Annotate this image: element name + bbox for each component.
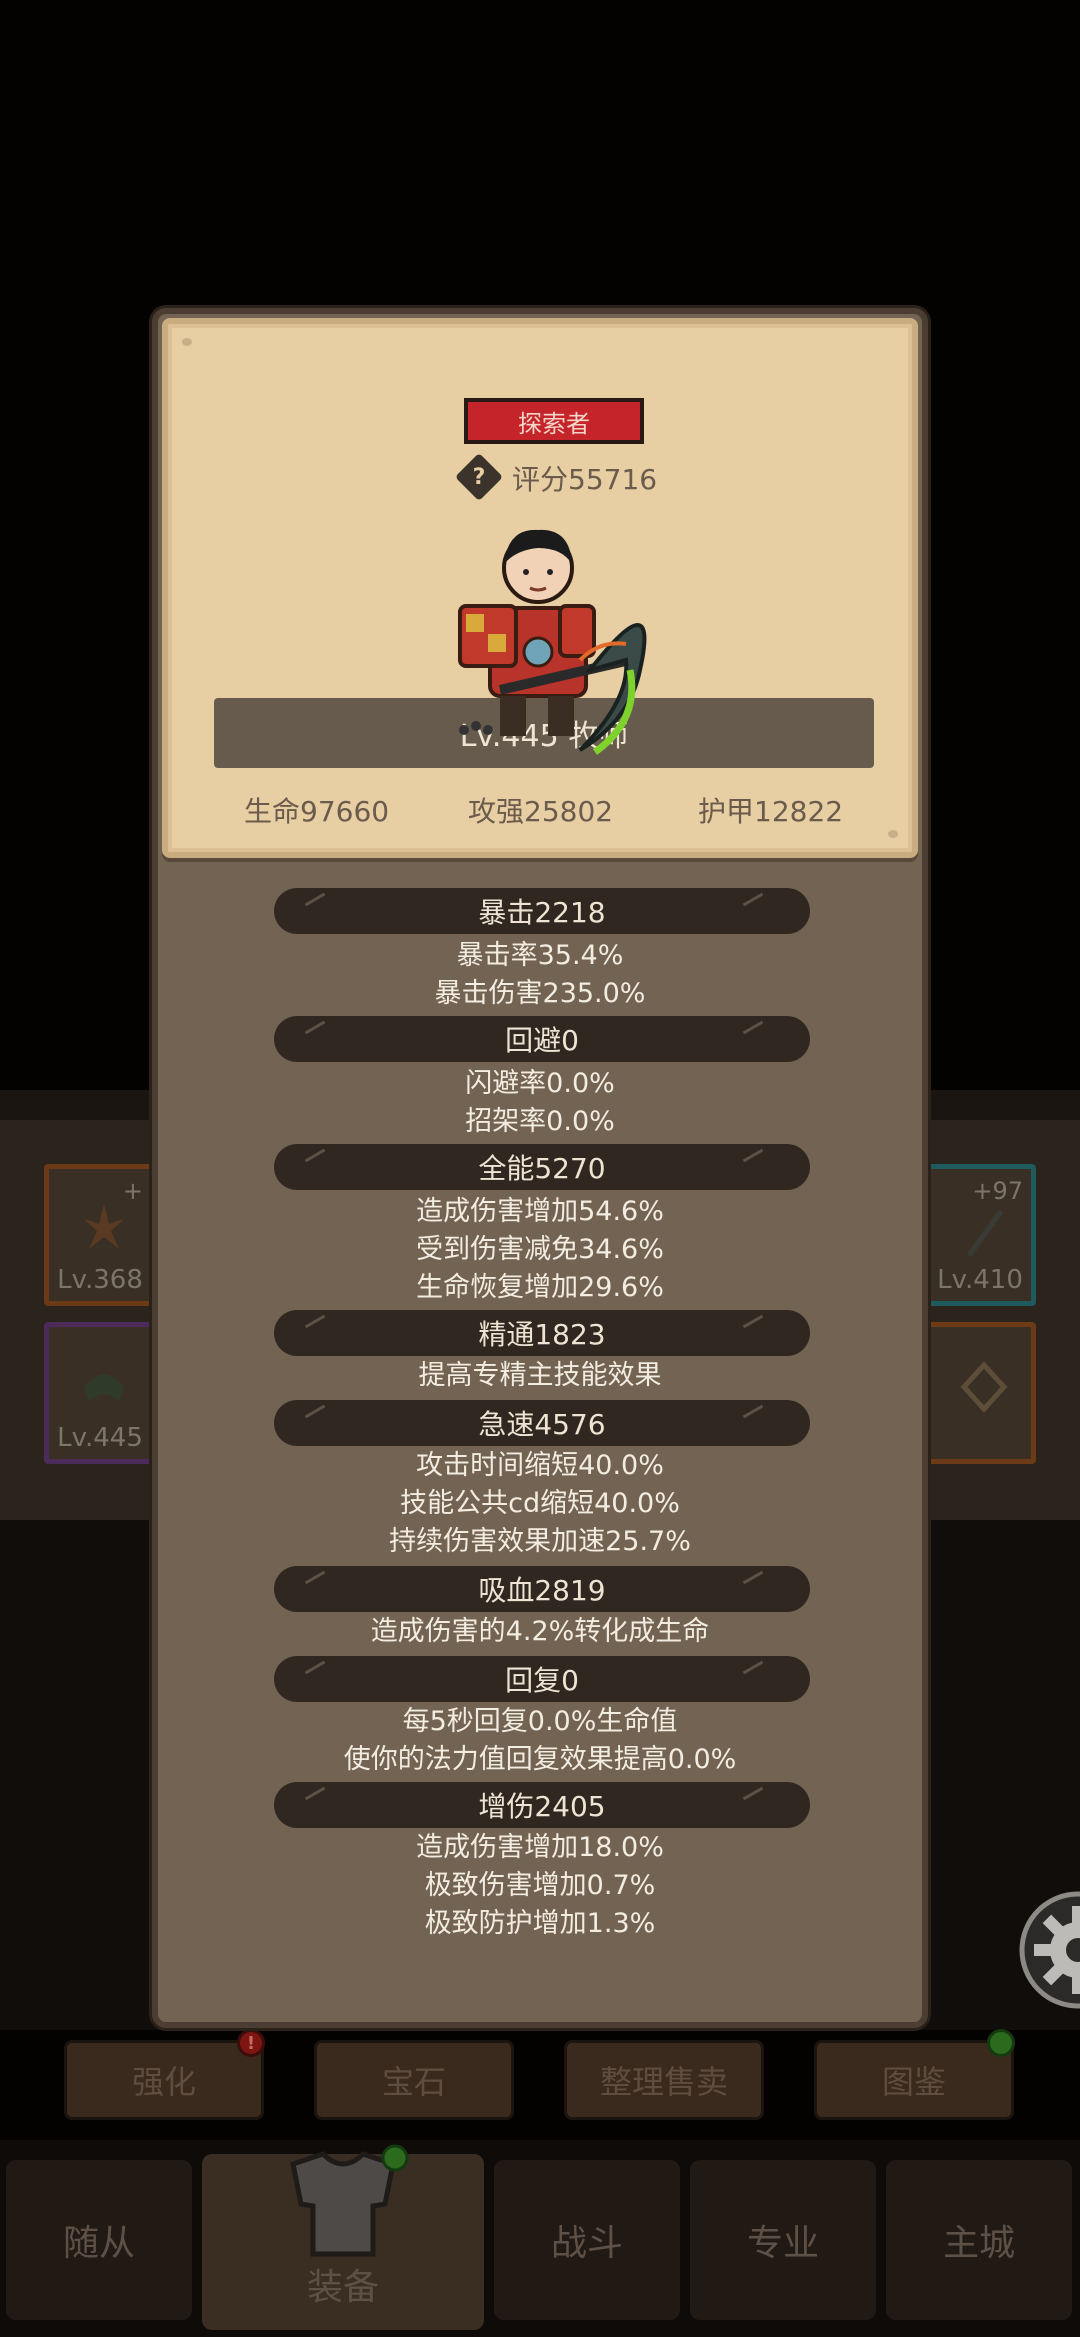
attr-header-mastery: 精通1823 xyxy=(274,1310,810,1356)
nav-tab-followers[interactable]: 随从 xyxy=(6,2160,192,2320)
notification-badge xyxy=(987,2029,1015,2057)
attr-line: 暴击率35.4% xyxy=(456,940,624,971)
slot-level: Lv.410 xyxy=(937,1265,1023,1295)
attr-line: 提高专精主技能效果 xyxy=(418,1360,662,1391)
attr-header-lifesteal: 吸血2819 xyxy=(274,1566,810,1612)
nav-tab-equipment[interactable]: 装备 xyxy=(202,2144,484,2330)
bottom-nav: 随从 装备 战斗 专业 主城 xyxy=(0,2140,1080,2337)
attr-header-crit: 暴击2218 xyxy=(274,888,810,934)
nav-label: 装备 xyxy=(306,2267,379,2308)
help-question-mark: ? xyxy=(472,464,486,490)
corner-rivet xyxy=(182,338,192,346)
attr-line: 持续伤害效果加速25.7% xyxy=(389,1526,691,1557)
title-badge: 探索者 xyxy=(464,398,644,444)
equipment-slot[interactable]: +97 Lv.410 xyxy=(924,1164,1036,1306)
empty-slot-icon xyxy=(960,1361,1008,1413)
attr-line: 极致防护增加1.3% xyxy=(424,1908,656,1939)
profile-card: 探索者 ? 评分55716 Lv.445 牧师 生命97660 攻强25802 … xyxy=(162,318,918,858)
attr-line: 每5秒回复0.0%生命值 xyxy=(402,1706,678,1737)
nav-label: 随从 xyxy=(62,2223,135,2264)
sort-sell-button[interactable]: 整理售卖 xyxy=(564,2040,764,2120)
nav-label: 战斗 xyxy=(550,2223,623,2264)
slot-plus: +97 xyxy=(972,1177,1023,1205)
character-stats-modal: 探索者 ? 评分55716 Lv.445 牧师 生命97660 攻强25802 … xyxy=(152,308,928,2028)
nav-tab-main-city[interactable]: 主城 xyxy=(886,2160,1072,2320)
function-buttons: 强化 ! 宝石 整理售卖 图鉴 xyxy=(0,2029,1080,2140)
stat-hp: 生命97660 xyxy=(244,795,390,828)
gem-label: 宝石 xyxy=(381,2063,446,2101)
armor-icon xyxy=(290,2144,409,2257)
stat-armor: 护甲12822 xyxy=(698,795,844,828)
equipment-slot[interactable] xyxy=(924,1322,1036,1464)
shoulder-icon xyxy=(84,1374,124,1402)
hero-portrait xyxy=(458,529,647,755)
attr-line: 生命恢复增加29.6% xyxy=(416,1272,664,1303)
attr-line: 攻击时间缩短40.0% xyxy=(416,1450,664,1481)
attr-line: 造成伤害增加54.6% xyxy=(416,1196,664,1227)
equipment-slot[interactable]: + Lv.368 xyxy=(44,1164,156,1306)
slot-level: Lv.368 xyxy=(57,1265,143,1295)
attr-line: 造成伤害的4.2%转化成生命 xyxy=(370,1616,710,1647)
equipment-slot[interactable]: Lv.445 xyxy=(44,1322,156,1464)
nav-label: 主城 xyxy=(942,2223,1015,2264)
nav-label: 专业 xyxy=(746,2223,819,2264)
attr-header-dodge: 回避0 xyxy=(274,1016,810,1062)
weapon-icon xyxy=(84,1204,124,1249)
settings-gear-icon[interactable] xyxy=(1018,1890,1080,2010)
attr-line: 极致伤害增加0.7% xyxy=(424,1870,656,1901)
score-text: 评分55716 xyxy=(512,463,658,496)
attr-header-recovery: 回复0 xyxy=(274,1656,810,1702)
stat-attack: 攻强25802 xyxy=(468,795,614,828)
attr-header-haste: 急速4576 xyxy=(274,1400,810,1446)
sort-sell-label: 整理售卖 xyxy=(599,2063,728,2101)
codex-label: 图鉴 xyxy=(881,2063,946,2101)
nav-tab-profession[interactable]: 专业 xyxy=(690,2160,876,2320)
attr-line: 闪避率0.0% xyxy=(465,1068,615,1099)
title-label: 探索者 xyxy=(518,409,590,438)
attr-line: 造成伤害增加18.0% xyxy=(416,1832,664,1863)
attr-header-versatility: 全能5270 xyxy=(274,1144,810,1190)
slot-plus: + xyxy=(122,1177,143,1205)
attr-line: 受到伤害减免34.6% xyxy=(416,1234,664,1265)
nav-tab-battle[interactable]: 战斗 xyxy=(494,2160,680,2320)
enhance-button[interactable]: 强化 ! xyxy=(64,2029,265,2120)
attr-line: 使你的法力值回复效果提高0.0% xyxy=(343,1744,737,1775)
attr-line: 技能公共cd缩短40.0% xyxy=(400,1488,680,1519)
staff-icon xyxy=(967,1209,1003,1257)
slot-level: Lv.445 xyxy=(57,1423,143,1453)
attr-line: 招架率0.0% xyxy=(465,1106,615,1137)
attr-header-damage-boost: 增伤2405 xyxy=(274,1782,810,1828)
attr-line: 暴击伤害235.0% xyxy=(434,978,646,1009)
alert-badge: ! xyxy=(237,2029,265,2057)
codex-button[interactable]: 图鉴 xyxy=(814,2029,1015,2120)
gem-button[interactable]: 宝石 xyxy=(314,2040,514,2120)
corner-rivet xyxy=(888,830,898,838)
enhance-label: 强化 xyxy=(131,2063,196,2101)
